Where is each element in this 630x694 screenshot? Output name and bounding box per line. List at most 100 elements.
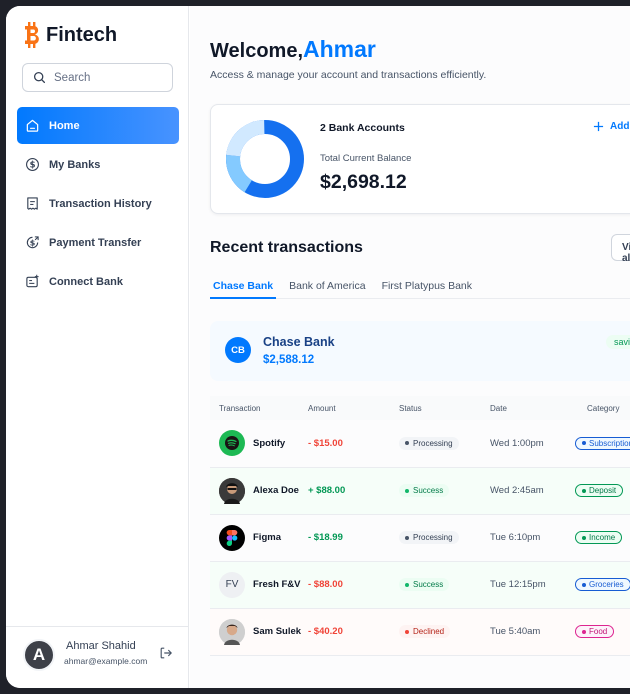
sidebar-item-label: My Banks bbox=[49, 158, 101, 171]
merchant-name: Sam Sulek bbox=[253, 626, 302, 637]
bank-accounts-count: 2 Bank Accounts bbox=[320, 122, 405, 134]
table-row[interactable]: Spotify - $15.00 Processing Wed 1:00pm S… bbox=[210, 420, 630, 467]
money-send-icon: $ bbox=[26, 236, 39, 249]
transaction-amount: - $40.20 bbox=[308, 626, 343, 637]
column-header-amount: Amount bbox=[308, 403, 336, 413]
sidebar-nav: Home $ My Banks Transaction History $ Pa… bbox=[17, 107, 179, 302]
category-label: Subscriptions bbox=[589, 438, 630, 448]
user-name: Ahmar Shahid bbox=[66, 640, 136, 652]
transaction-date: Tue 6:10pm bbox=[490, 532, 541, 543]
sidebar-item-label: Connect Bank bbox=[49, 275, 123, 288]
column-header-date: Date bbox=[490, 403, 507, 413]
search-input[interactable] bbox=[54, 71, 164, 84]
person-avatar-icon bbox=[219, 618, 245, 645]
merchant-initials: FV bbox=[219, 571, 245, 598]
table-row[interactable]: Alexa Doe + $88.00 Success Wed 2:45am De… bbox=[210, 467, 630, 514]
bitcoin-logo-icon bbox=[25, 22, 39, 48]
figma-logo-icon bbox=[219, 524, 245, 551]
search-box[interactable] bbox=[22, 63, 173, 92]
page-title: Welcome,Ahmar bbox=[210, 36, 376, 63]
status-badge: Declined bbox=[399, 625, 451, 638]
column-header-status: Status bbox=[399, 403, 422, 413]
spotify-logo-icon bbox=[219, 430, 245, 457]
sidebar-item-transaction-history[interactable]: Transaction History bbox=[17, 185, 179, 222]
total-balance-label: Total Current Balance bbox=[320, 153, 412, 164]
svg-text:$: $ bbox=[30, 239, 36, 248]
status-badge: Success bbox=[399, 578, 450, 591]
status-badge: Success bbox=[399, 484, 450, 497]
merchant-name: Fresh F&V bbox=[253, 579, 301, 590]
view-all-button[interactable]: View all bbox=[611, 234, 630, 264]
tab-bank-of-america[interactable]: Bank of America bbox=[286, 277, 368, 299]
merchant-name: Alexa Doe bbox=[253, 485, 299, 496]
logo[interactable]: Fintech bbox=[24, 22, 117, 48]
user-email: ahmar@example.com bbox=[64, 656, 148, 666]
main-content: Welcome,Ahmar Access & manage your accou… bbox=[190, 6, 630, 688]
sidebar-item-label: Transaction History bbox=[49, 197, 152, 210]
app-name: Fintech bbox=[46, 23, 118, 46]
transaction-amount: - $88.00 bbox=[308, 579, 343, 590]
tab-chase-bank[interactable]: Chase Bank bbox=[210, 277, 277, 299]
merchant: Alexa Doe bbox=[219, 477, 308, 504]
user-avatar[interactable]: A bbox=[23, 639, 55, 671]
person-avatar-icon bbox=[219, 477, 245, 504]
sidebar-item-home[interactable]: Home bbox=[17, 107, 179, 144]
account-type-badge: savings bbox=[606, 335, 630, 349]
receipt-icon bbox=[27, 197, 38, 210]
bank-name: Chase Bank bbox=[263, 335, 335, 349]
table-row[interactable]: Sam Sulek - $40.20 Declined Tue 5:40am F… bbox=[210, 608, 630, 655]
category-badge: Groceries bbox=[575, 578, 630, 591]
transaction-date: Tue 12:15pm bbox=[490, 579, 546, 590]
table-row[interactable]: FV Fresh F&V - $88.00 Success Tue 12:15p… bbox=[210, 561, 630, 608]
status-label: Processing bbox=[413, 438, 453, 448]
total-balance-amount: $2,698.12 bbox=[320, 171, 407, 193]
transaction-date: Wed 1:00pm bbox=[490, 437, 544, 449]
home-icon bbox=[26, 119, 39, 132]
category-badge: Deposit bbox=[575, 484, 624, 497]
transaction-amount: - $15.00 bbox=[308, 437, 343, 449]
svg-text:$: $ bbox=[30, 160, 36, 170]
sidebar-item-label: Home bbox=[49, 119, 80, 132]
tab-first-platypus-bank[interactable]: First Platypus Bank bbox=[379, 277, 475, 299]
search-icon bbox=[33, 71, 46, 84]
add-bank-button[interactable]: Add bbox=[593, 121, 629, 132]
bank-avatar: CB bbox=[225, 337, 251, 363]
logout-icon[interactable] bbox=[159, 646, 173, 660]
sidebar-item-connect-bank[interactable]: Connect Bank bbox=[17, 263, 179, 300]
plus-icon bbox=[593, 121, 604, 132]
page-subtitle: Access & manage your account and transac… bbox=[210, 69, 487, 81]
status-label: Success bbox=[413, 486, 444, 495]
user-profile: A Ahmar Shahid ahmar@example.com bbox=[6, 626, 189, 688]
bank-info-card[interactable]: CB Chase Bank $2,588.12 savings bbox=[210, 321, 630, 381]
recent-transactions-title: Recent transactions bbox=[210, 239, 363, 256]
column-header-category: Category bbox=[587, 403, 620, 413]
merchant: Sam Sulek bbox=[219, 618, 308, 645]
connect-bank-icon bbox=[26, 274, 39, 288]
welcome-text: Welcome, bbox=[210, 40, 303, 62]
status-label: Success bbox=[413, 580, 444, 589]
table-row[interactable]: Figma - $18.99 Processing Tue 6:10pm Inc… bbox=[210, 514, 630, 561]
merchant: FV Fresh F&V bbox=[219, 571, 308, 598]
category-badge: Food bbox=[575, 625, 615, 638]
column-header-transaction: Transaction bbox=[219, 403, 261, 413]
bank-tabs: Chase Bank Bank of America First Platypu… bbox=[210, 277, 630, 299]
transaction-amount: + $88.00 bbox=[308, 485, 346, 496]
category-label: Income bbox=[589, 533, 616, 542]
user-first-name: Ahmar bbox=[303, 36, 376, 62]
transactions-table: Transaction Amount Status Date Category … bbox=[210, 396, 630, 656]
sidebar-item-payment-transfer[interactable]: $ Payment Transfer bbox=[17, 224, 179, 261]
category-badge: Subscriptions bbox=[575, 436, 630, 450]
status-badge: Processing bbox=[399, 436, 459, 450]
merchant-name: Spotify bbox=[253, 437, 286, 449]
category-label: Food bbox=[589, 627, 608, 636]
sidebar-item-my-banks[interactable]: $ My Banks bbox=[17, 146, 179, 183]
merchant: Figma bbox=[219, 524, 308, 551]
sidebar-item-label: Payment Transfer bbox=[49, 236, 142, 249]
category-badge: Income bbox=[575, 531, 623, 544]
sidebar: Fintech Home $ My Banks Transaction Hist… bbox=[6, 6, 189, 688]
total-balance-card: 2 Bank Accounts Total Current Balance $2… bbox=[210, 104, 630, 214]
merchant: Spotify bbox=[219, 430, 308, 457]
bank-balance: $2,588.12 bbox=[263, 354, 315, 366]
status-label: Processing bbox=[413, 533, 453, 542]
merchant-name: Figma bbox=[253, 532, 281, 543]
